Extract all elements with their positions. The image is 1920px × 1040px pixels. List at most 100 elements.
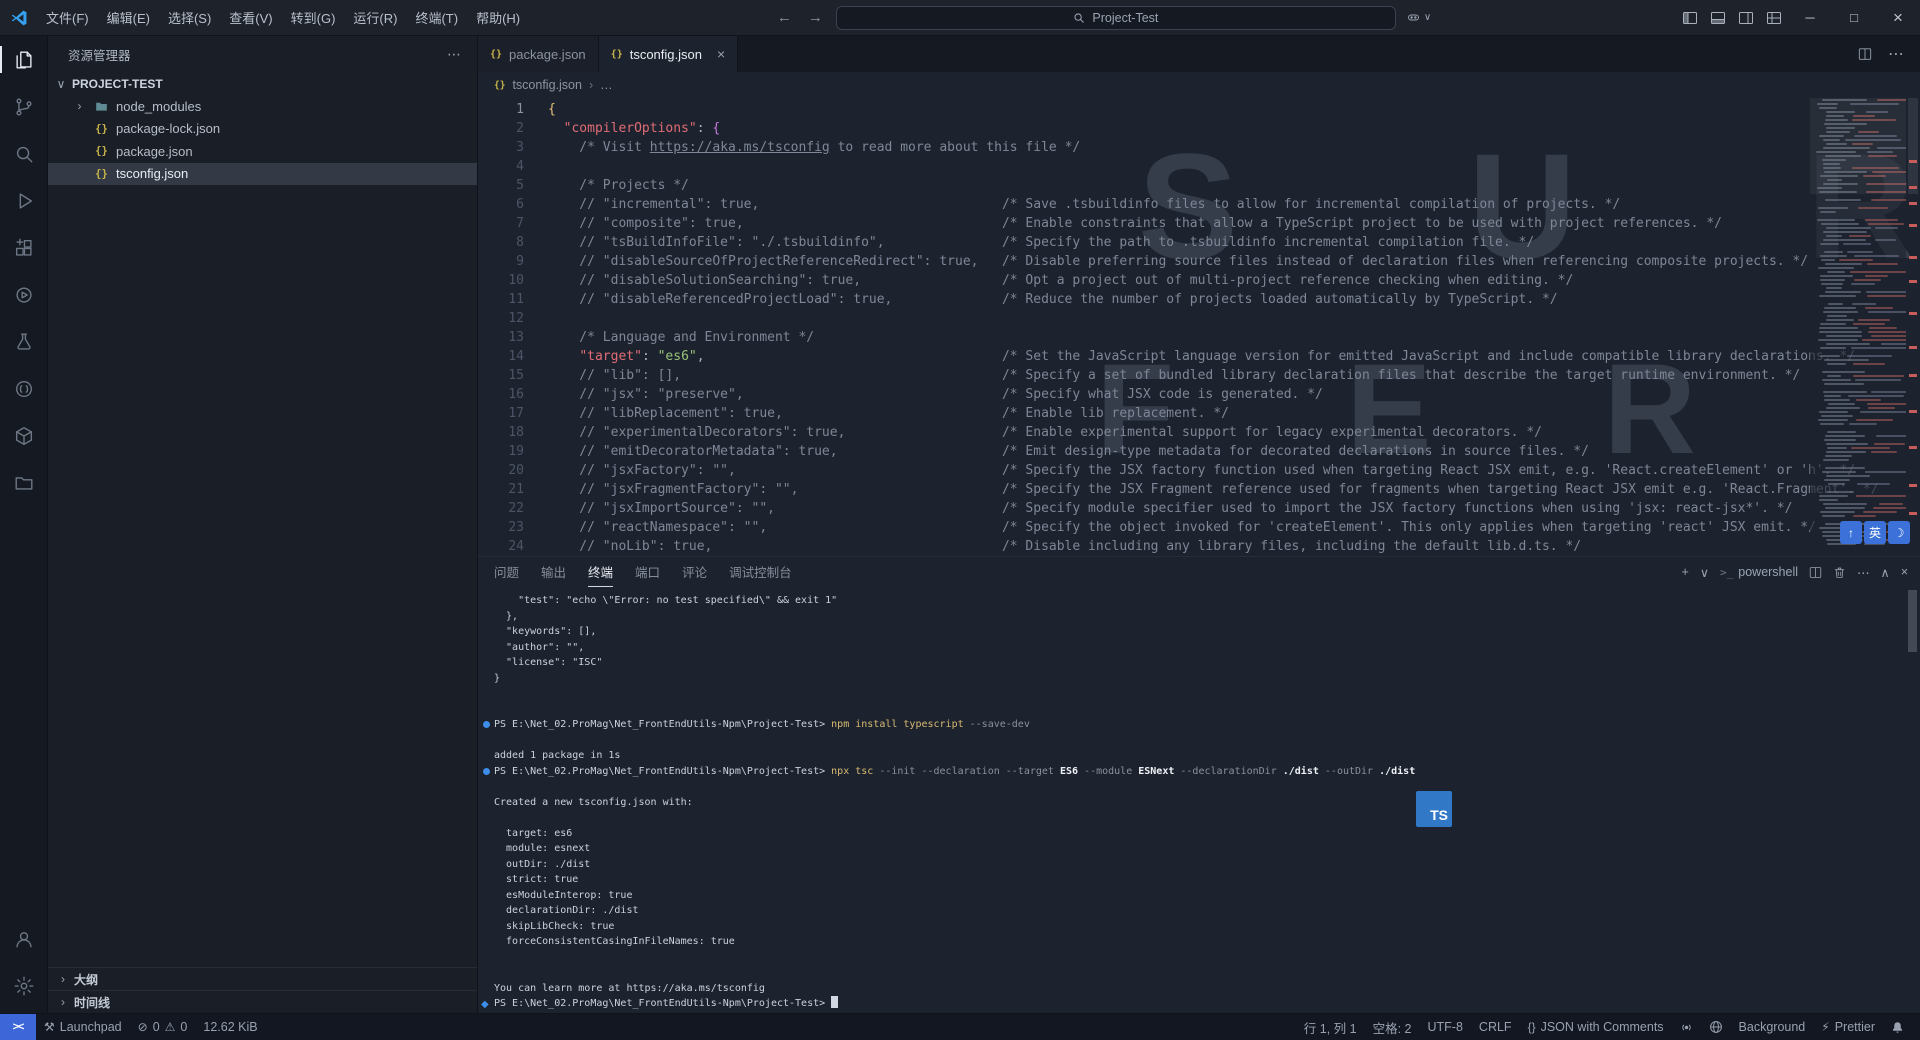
terminal[interactable]: TS "test": "echo \"Error: no test specif… [478, 587, 1920, 1013]
panel-tab-问题[interactable]: 问题 [494, 557, 519, 587]
breadcrumb[interactable]: {} tsconfig.json › … [478, 72, 1920, 98]
menu-item[interactable]: 文件(F) [37, 4, 98, 31]
status-launchpad[interactable]: ⚒Launchpad [36, 1014, 130, 1040]
folder-library-icon[interactable] [0, 459, 48, 506]
ime-indicator[interactable]: ↑英☽ [1840, 521, 1910, 544]
remote-indicator[interactable]: >< [0, 1014, 36, 1040]
code-line[interactable]: 1{ [478, 100, 1920, 119]
run-debug-icon[interactable] [0, 177, 48, 224]
sidebar-section-大纲[interactable]: ›大纲 [48, 967, 477, 990]
code-line[interactable]: 14 "target": "es6",/* Set the JavaScript… [478, 347, 1920, 366]
split-terminal-icon[interactable] [1809, 566, 1822, 579]
new-terminal-icon[interactable]: + [1682, 565, 1689, 579]
command-decoration-icon[interactable] [483, 768, 490, 775]
json-tools-icon[interactable] [0, 365, 48, 412]
chevron-down-icon[interactable]: ∨ [1700, 565, 1709, 580]
breadcrumb-file[interactable]: tsconfig.json [512, 78, 581, 92]
terminal-line[interactable]: You can learn more at https://aka.ms/tsc… [494, 981, 1920, 997]
project-section-header[interactable]: ∨ PROJECT-TEST [48, 72, 477, 95]
close-tab-icon[interactable]: × [717, 46, 725, 62]
package-icon[interactable] [0, 412, 48, 459]
terminal-line[interactable] [494, 702, 1920, 718]
terminal-line[interactable]: }, [494, 609, 1920, 625]
ime-input-icon[interactable]: ↑ [1840, 521, 1862, 544]
panel-tab-终端[interactable]: 终端 [588, 557, 613, 587]
command-decoration-icon[interactable] [483, 721, 490, 728]
menu-item[interactable]: 终端(T) [406, 4, 467, 31]
code-line[interactable]: 12 [478, 309, 1920, 328]
panel-tab-调试控制台[interactable]: 调试控制台 [729, 557, 792, 587]
minimap[interactable] [1810, 98, 1906, 556]
customize-layout-icon[interactable] [1760, 0, 1788, 36]
minimize-button[interactable]: ─ [1788, 0, 1832, 36]
code-line[interactable]: 22 // "jsxImportSource": "",/* Specify m… [478, 499, 1920, 518]
tab-package.json[interactable]: {}package.json [478, 36, 599, 72]
terminal-line[interactable]: strict: true [494, 872, 1920, 888]
sidebar-more-icon[interactable]: ⋯ [447, 46, 461, 63]
editor-more-icon[interactable]: ⋯ [1888, 44, 1904, 64]
terminal-line[interactable]: forceConsistentCasingInFileNames: true [494, 934, 1920, 950]
tree-item-node_modules[interactable]: ›node_modules [48, 95, 477, 118]
search-icon[interactable] [0, 130, 48, 177]
tree-item-package.json[interactable]: {}package.json [48, 140, 477, 163]
tab-tsconfig.json[interactable]: {}tsconfig.json× [599, 36, 739, 72]
panel-tab-端口[interactable]: 端口 [635, 557, 660, 587]
extensions-icon[interactable] [0, 224, 48, 271]
terminal-line[interactable]: "keywords": [], [494, 624, 1920, 640]
terminal-line[interactable] [494, 810, 1920, 826]
terminal-line[interactable]: added 1 package in 1s [494, 748, 1920, 764]
code-line[interactable]: 7 // "composite": true,/* Enable constra… [478, 214, 1920, 233]
terminal-line[interactable]: target: es6 [494, 826, 1920, 842]
status-network[interactable] [1701, 1020, 1731, 1034]
trash-icon[interactable] [1833, 566, 1846, 579]
source-control-icon[interactable] [0, 83, 48, 130]
code-line[interactable]: 23 // "reactNamespace": "",/* Specify th… [478, 518, 1920, 537]
menu-item[interactable]: 查看(V) [220, 4, 281, 31]
more-icon[interactable]: ⋯ [1857, 565, 1870, 580]
toggle-sidebar-icon[interactable] [1676, 0, 1704, 36]
code-editor[interactable]: SUR FER 1{2 "compilerOptions": {3 /* Vis… [478, 98, 1920, 556]
status-file-size[interactable]: 12.62 KiB [195, 1014, 265, 1040]
status-background-extension[interactable]: Background [1731, 1020, 1814, 1034]
maximize-button[interactable]: □ [1832, 0, 1876, 36]
terminal-line[interactable]: esModuleInterop: true [494, 888, 1920, 904]
code-line[interactable]: 10 // "disableSolutionSearching": true,/… [478, 271, 1920, 290]
scrollbar-slider[interactable] [1908, 98, 1918, 194]
code-line[interactable]: 11 // "disableReferencedProjectLoad": tr… [478, 290, 1920, 309]
terminal-line[interactable]: declarationDir: ./dist [494, 903, 1920, 919]
panel-tab-输出[interactable]: 输出 [541, 557, 566, 587]
toggle-secondary-sidebar-icon[interactable] [1732, 0, 1760, 36]
terminal-line[interactable]: "test": "echo \"Error: no test specified… [494, 593, 1920, 609]
live-server-icon[interactable] [0, 271, 48, 318]
status-prettier[interactable]: ⚡Prettier [1813, 1020, 1883, 1034]
code-line[interactable]: 16 // "jsx": "preserve",/* Specify what … [478, 385, 1920, 404]
menu-item[interactable]: 运行(R) [344, 4, 406, 31]
account-icon[interactable] [0, 915, 48, 962]
sidebar-section-时间线[interactable]: ›时间线 [48, 990, 477, 1013]
status-cursor-position[interactable]: 行 1, 列 1 [1296, 1018, 1365, 1037]
tree-item-tsconfig.json[interactable]: {}tsconfig.json [48, 163, 477, 186]
menu-item[interactable]: 编辑(E) [98, 4, 159, 31]
code-line[interactable]: 20 // "jsxFactory": "",/* Specify the JS… [478, 461, 1920, 480]
terminal-line[interactable]: module: esnext [494, 841, 1920, 857]
editor-content[interactable]: 1{2 "compilerOptions": {3 /* Visit https… [478, 98, 1920, 556]
terminal-line[interactable]: Created a new tsconfig.json with: [494, 795, 1920, 811]
terminal-line[interactable] [494, 950, 1920, 966]
code-line[interactable]: 3 /* Visit https://aka.ms/tsconfig to re… [478, 138, 1920, 157]
terminal-line[interactable] [494, 779, 1920, 795]
code-line[interactable]: 24 // "noLib": true,/* Disable including… [478, 537, 1920, 556]
split-editor-icon[interactable] [1858, 47, 1872, 61]
code-line[interactable]: 4 [478, 157, 1920, 176]
ime-moon-icon[interactable]: ☽ [1888, 521, 1910, 544]
status-indentation[interactable]: 空格: 2 [1365, 1018, 1420, 1037]
status-encoding[interactable]: UTF-8 [1420, 1020, 1471, 1034]
breadcrumb-symbol[interactable]: … [600, 78, 613, 92]
minimap-viewport[interactable] [1810, 98, 1906, 194]
code-line[interactable]: 9 // "disableSourceOfProjectReferenceRed… [478, 252, 1920, 271]
explorer-icon[interactable] [0, 36, 48, 83]
copilot-menu[interactable]: ∨ [1406, 10, 1431, 25]
code-line[interactable]: 8 // "tsBuildInfoFile": "./.tsbuildinfo"… [478, 233, 1920, 252]
overview-ruler[interactable] [1906, 98, 1920, 556]
close-window-button[interactable]: × [1876, 0, 1920, 36]
code-line[interactable]: 21 // "jsxFragmentFactory": "",/* Specif… [478, 480, 1920, 499]
